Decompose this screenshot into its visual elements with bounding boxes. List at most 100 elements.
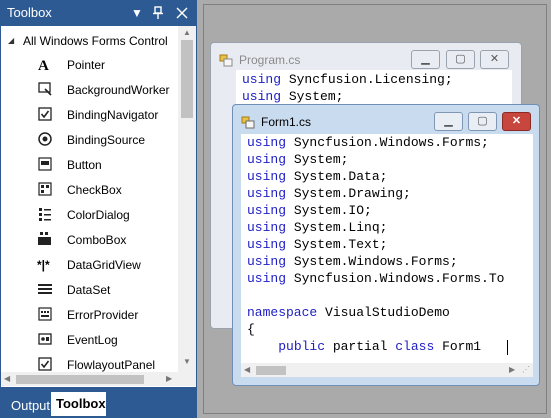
toolbox-item[interactable]: A Pointer: [37, 53, 177, 77]
code-text: System.IO;: [286, 203, 372, 218]
code-text: System.Drawing;: [286, 186, 411, 201]
maximize-button[interactable]: ▢: [468, 112, 497, 131]
toolbox-item-label: DataSet: [67, 283, 111, 297]
code-keyword: using: [247, 169, 287, 184]
code-keyword: using: [247, 135, 287, 150]
close-icon[interactable]: [173, 4, 191, 22]
code-keyword: namespace: [247, 305, 318, 320]
svg-text:*|*: *|*: [37, 258, 50, 272]
collapse-arrow-icon[interactable]: ◢: [8, 36, 14, 45]
color-dialog-icon: [39, 208, 51, 221]
code-text: Syncfusion.Windows.Forms.To: [286, 271, 505, 286]
code-text: VisualStudioDemo: [317, 305, 450, 320]
button-icon: [38, 157, 52, 171]
toolbox-item-label: ErrorProvider: [67, 308, 139, 322]
tab-output-label: Output: [11, 398, 51, 413]
code-line: using System.Text;: [247, 237, 387, 254]
resize-grip-icon[interactable]: ⋰: [522, 365, 530, 374]
code-line: namespace VisualStudioDemo: [247, 305, 450, 322]
code-line: using Syncfusion.Windows.Forms;: [247, 135, 489, 152]
code-keyword: using: [247, 271, 287, 286]
form1-cs-window[interactable]: Form1.cs ▁ ▢ ✕ using Syncfusion.Windows.…: [232, 104, 540, 386]
tab-output[interactable]: Output: [6, 394, 50, 416]
toolbox-item-label: BindingSource: [67, 133, 146, 147]
code-line: using System.IO;: [247, 203, 372, 220]
scroll-left-icon[interactable]: ◀: [244, 365, 250, 374]
toolbox-titlebar: Toolbox ▼: [1, 1, 196, 25]
toolbox-item[interactable]: ColorDialog: [37, 203, 177, 227]
window-title: Form1.cs: [261, 115, 312, 129]
code-editor[interactable]: using Syncfusion.Windows.Forms; using Sys…: [241, 134, 533, 376]
code-keyword: using: [242, 72, 282, 87]
toolbox-title: Toolbox: [7, 5, 52, 20]
toolbox-item[interactable]: DataSet: [37, 278, 177, 302]
dropdown-arrow-icon[interactable]: ▼: [128, 4, 146, 22]
code-line: {: [247, 322, 255, 339]
pointer-icon: A: [38, 58, 49, 72]
background-worker-icon: [38, 82, 52, 96]
close-button[interactable]: ✕: [502, 112, 531, 131]
error-provider-icon: [38, 307, 52, 321]
code-keyword: class: [395, 339, 435, 354]
code-line: using System;: [247, 152, 348, 169]
scroll-up-icon[interactable]: ▲: [183, 28, 191, 37]
form-window-icon: [219, 54, 233, 67]
toolbox-item-label: CheckBox: [67, 183, 122, 197]
code-keyword: using: [247, 203, 287, 218]
toolbox-group-header[interactable]: ◢ All Windows Forms Control: [6, 33, 191, 51]
datagridview-icon: *|*: [37, 258, 50, 272]
code-line: using System.Windows.Forms;: [247, 254, 458, 271]
scroll-thumb[interactable]: [16, 375, 144, 384]
toolbox-item[interactable]: ErrorProvider: [37, 303, 177, 327]
code-line: using Syncfusion.Windows.Forms.To: [247, 271, 504, 288]
close-button[interactable]: ✕: [480, 50, 509, 69]
code-line: using System.Linq;: [247, 220, 387, 237]
toolbox-item[interactable]: Button: [37, 153, 177, 177]
scroll-right-icon[interactable]: ▶: [166, 374, 172, 383]
code-text: Syncfusion.Licensing;: [281, 72, 453, 87]
toolbox-item[interactable]: BindingNavigator: [37, 103, 177, 127]
toolbox-item-label: Pointer: [67, 58, 106, 72]
code-text: System.Windows.Forms;: [286, 254, 458, 269]
toolbox-item-label: FlowlayoutPanel: [67, 358, 156, 372]
binding-navigator-icon: [38, 107, 52, 121]
toolbox-item-label: ComboBox: [67, 233, 127, 247]
editor-horizontal-scrollbar[interactable]: ◀ ▶ ⋰: [241, 363, 533, 377]
toolbox-item-label: EventLog: [67, 333, 118, 347]
code-text: partial: [325, 339, 396, 354]
scroll-left-icon[interactable]: ◀: [4, 374, 10, 383]
code-keyword: using: [247, 254, 287, 269]
maximize-button[interactable]: ▢: [446, 50, 475, 69]
toolbox-item-label: BackgroundWorker: [67, 83, 170, 97]
text-caret: [507, 340, 508, 355]
binding-source-icon: [38, 132, 52, 146]
code-keyword: using: [247, 237, 287, 252]
toolbox-item[interactable]: BackgroundWorker: [37, 78, 177, 102]
scroll-down-icon[interactable]: ▼: [183, 357, 191, 366]
scroll-thumb[interactable]: [256, 366, 286, 375]
toolbox-item[interactable]: ComboBox: [37, 228, 177, 252]
toolbox-item[interactable]: *|* DataGridView: [37, 253, 177, 277]
code-text: System.Linq;: [286, 220, 388, 235]
pin-icon[interactable]: [149, 4, 167, 22]
window-title: Program.cs: [239, 53, 301, 67]
minimize-button[interactable]: ▁: [434, 112, 463, 131]
eventlog-icon: [38, 333, 52, 345]
toolbox-item[interactable]: BindingSource: [37, 128, 177, 152]
code-text: System.Text;: [286, 237, 388, 252]
code-line: public partial class Form1: [247, 339, 489, 356]
code-text: {: [247, 322, 255, 337]
scroll-thumb[interactable]: [181, 40, 193, 118]
tab-toolbox[interactable]: Toolbox: [51, 392, 106, 416]
code-keyword: public: [278, 339, 326, 354]
toolbox-vertical-scrollbar[interactable]: ▲ ▼: [178, 26, 196, 372]
checkbox-icon: [38, 182, 52, 196]
toolbox-item-label: ColorDialog: [67, 208, 130, 222]
scroll-right-icon[interactable]: ▶: [509, 365, 515, 374]
flowlayout-panel-icon: [38, 357, 52, 371]
minimize-button[interactable]: ▁: [411, 50, 440, 69]
toolbox-item[interactable]: EventLog: [37, 328, 177, 352]
toolbox-horizontal-scrollbar[interactable]: ◀ ▶: [1, 372, 196, 386]
code-keyword: using: [247, 220, 287, 235]
toolbox-item[interactable]: CheckBox: [37, 178, 177, 202]
